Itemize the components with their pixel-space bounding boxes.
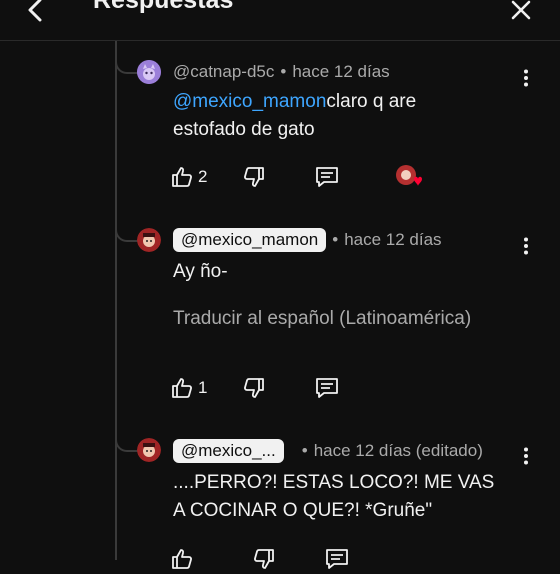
comment-text: Ay ño- [173, 261, 228, 282]
more-options-button[interactable] [516, 234, 536, 258]
thread-line [115, 41, 117, 560]
avatar[interactable] [137, 438, 161, 462]
reply-button[interactable] [324, 544, 350, 574]
comment-meta: @mexico_mamon • hace 12 días [173, 228, 442, 252]
like-button[interactable] [170, 544, 194, 574]
thumbs-up-icon [172, 167, 192, 187]
mention-link[interactable]: @mexico_mamon [173, 91, 326, 112]
more-vert-icon [524, 447, 528, 465]
comment-author-chip[interactable]: @mexico_mamon [173, 228, 327, 252]
reply-icon [316, 378, 339, 398]
creator-heart [395, 163, 425, 191]
reply-button[interactable] [314, 373, 340, 403]
header: Respuestas [0, 0, 560, 41]
reply-icon [326, 549, 348, 569]
thumbs-up-icon [172, 378, 192, 398]
comment-time[interactable]: hace 12 días [292, 62, 389, 82]
comment-actions: 2 [170, 162, 340, 192]
more-options-button[interactable] [516, 444, 536, 468]
back-arrow-icon [28, 0, 42, 22]
reply-icon [316, 167, 339, 187]
more-vert-icon [524, 69, 528, 87]
thumbs-up-icon [172, 549, 192, 569]
avatar[interactable] [137, 228, 161, 252]
like-button[interactable]: 1 [170, 373, 207, 403]
back-button[interactable] [20, 0, 50, 30]
translate-link[interactable]: Traducir al español (Latinoamérica) [173, 308, 471, 330]
reply-button[interactable] [314, 162, 340, 192]
more-vert-icon [524, 237, 528, 255]
like-count: 2 [198, 167, 208, 186]
comment-actions: 1 [170, 373, 340, 403]
comment-author-chip[interactable]: @mexico_... [173, 439, 284, 463]
comment-actions [170, 544, 350, 574]
dislike-button[interactable] [242, 373, 266, 403]
comment-time[interactable]: hace 12 días (editado) [314, 441, 483, 461]
creator-heart-icon [396, 165, 422, 186]
comment-meta: @mexico_... • hace 12 días (editado) [173, 439, 483, 463]
comment-author[interactable]: @catnap-d5c [173, 62, 274, 82]
close-button[interactable] [504, 0, 538, 30]
more-options-button[interactable] [516, 66, 536, 90]
like-button[interactable]: 2 [170, 162, 207, 192]
close-icon [511, 0, 531, 20]
thumbs-down-icon [244, 167, 265, 187]
thumbs-down-icon [254, 549, 274, 569]
comment-meta: @catnap-d5c • hace 12 días [173, 62, 390, 82]
dislike-button[interactable] [242, 162, 266, 192]
page-title: Respuestas [93, 0, 234, 14]
comment-text: @mexico_mamonclaro q are estofado de gat… [173, 91, 417, 140]
like-count: 1 [198, 378, 208, 397]
dislike-button[interactable] [252, 544, 276, 574]
avatar[interactable] [137, 60, 161, 84]
comment-time[interactable]: hace 12 días [344, 230, 441, 250]
thumbs-down-icon [244, 378, 265, 398]
comment-text: ....PERRO?! ESTAS LOCO?! ME VAS A COCINA… [173, 472, 495, 521]
